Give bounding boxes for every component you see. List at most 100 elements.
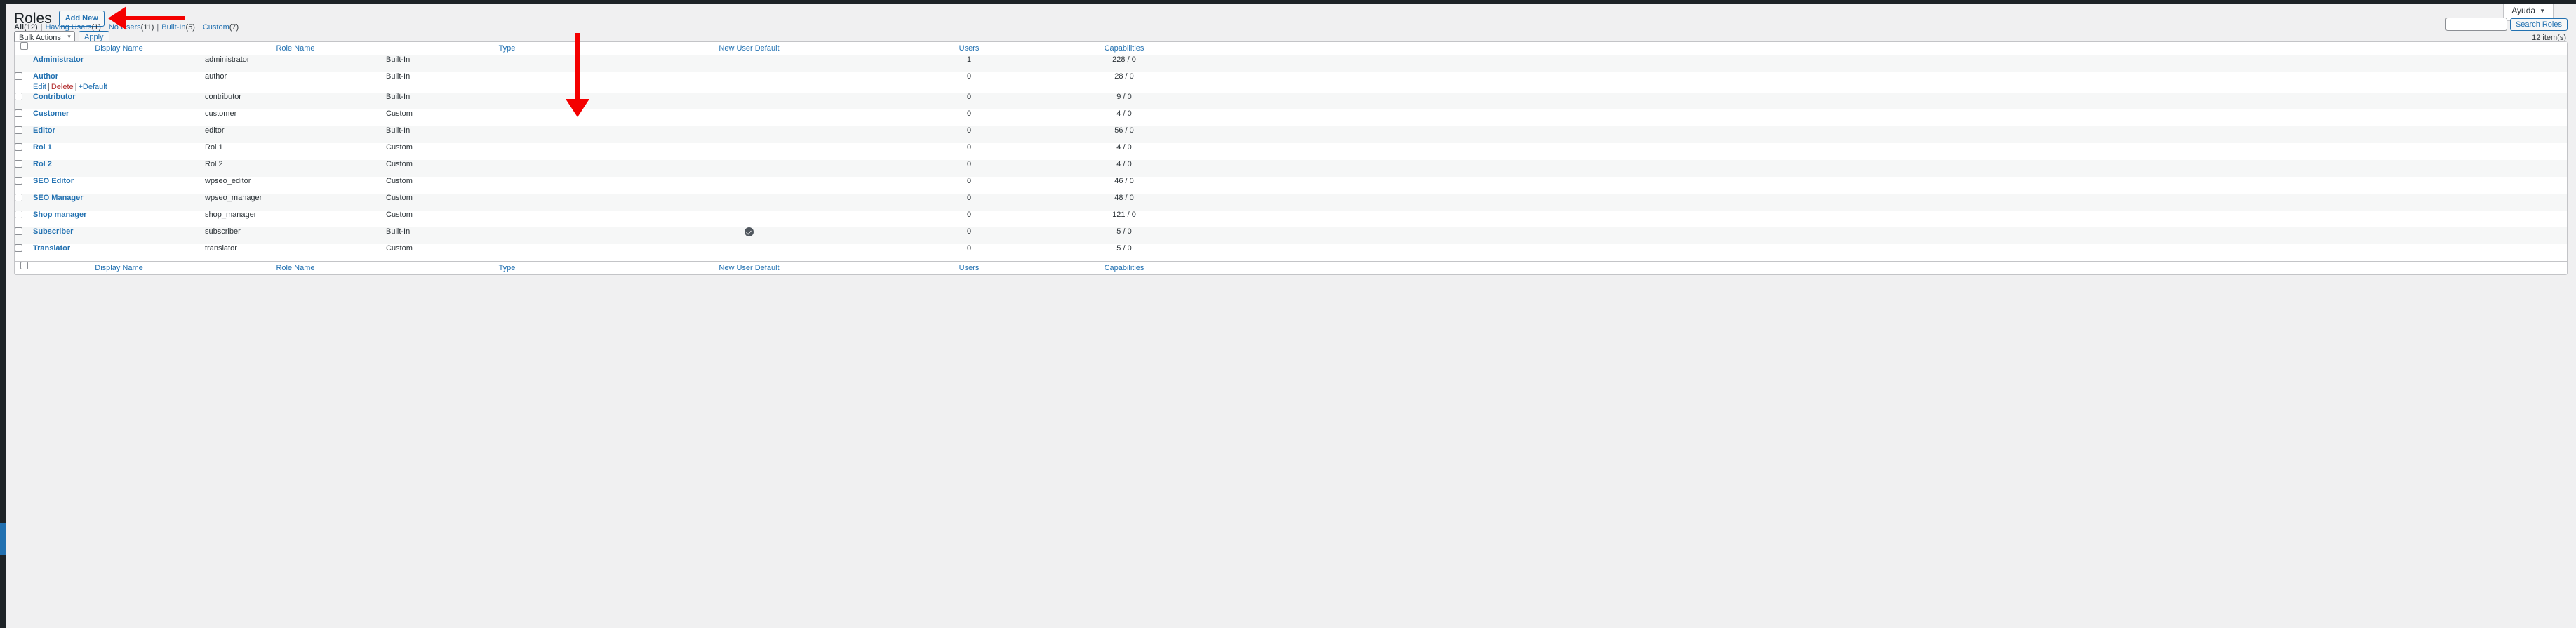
cell-display-name: SEO Manager [33,194,205,211]
role-link[interactable]: Editor [33,126,55,135]
column-header-spacer [1180,261,2567,275]
column-header-name: Display Name [33,261,205,275]
table-row: Author Edit | Delete | +Default author Built-In… [15,72,2567,93]
row-select-cell [15,160,33,178]
column-sort-link-users[interactable]: Users [959,44,980,53]
cell-role-name: Rol 2 [205,160,386,178]
cell-type: Custom [386,211,628,228]
cell-spacer [1180,55,2567,72]
table-row: Editor editor Built-In 0 56 / 0 [15,126,2567,144]
cell-capabilities: 121 / 0 [1068,211,1180,228]
search-input[interactable] [2445,18,2507,31]
role-link[interactable]: Customer [33,109,69,118]
cell-spacer [1180,244,2567,262]
row-select-checkbox[interactable] [15,194,22,202]
cell-display-name: Translator [33,244,205,262]
column-sort-link-role[interactable]: Role Name [276,264,314,272]
row-select-checkbox[interactable] [15,244,22,253]
table-row: Contributor contributor Built-In 0 9 / 0 [15,93,2567,110]
cell-new-user-default [628,160,870,178]
column-sort-link-role[interactable]: Role Name [276,44,314,53]
cell-type: Built-In [386,72,628,93]
row-select-cell [15,72,33,93]
cell-new-user-default [628,227,870,245]
column-sort-link-name[interactable]: Display Name [95,44,142,53]
cell-capabilities: 28 / 0 [1068,72,1180,93]
column-sort-link-newuser[interactable]: New User Default [719,44,779,53]
cell-new-user-default [628,72,870,93]
row-select-checkbox[interactable] [15,109,22,118]
column-sort-link-newuser[interactable]: New User Default [719,264,779,272]
role-link[interactable]: SEO Manager [33,194,84,202]
cell-display-name: SEO Editor [33,177,205,194]
filter-link-custom[interactable]: Custom [203,22,229,34]
table-footer-row: Display Name Role Name Type New User Defaul… [15,261,2567,275]
role-link[interactable]: SEO Editor [33,177,74,185]
filter-link-no-users[interactable]: No Users [109,22,141,34]
role-link[interactable]: Contributor [33,93,75,101]
row-action-edit[interactable]: Edit [33,83,46,91]
role-link[interactable]: Translator [33,244,70,253]
roles-table: Display Name Role Name Type New User Defaul… [14,41,2568,276]
row-select-checkbox[interactable] [15,211,22,219]
column-sort-link-caps[interactable]: Capabilities [1105,264,1144,272]
cell-new-user-default [628,55,870,72]
search-box: Search Roles [2445,18,2568,31]
row-select-checkbox[interactable] [15,72,22,80]
page-content: Ayuda ▼ Roles Add New All (12) | Having Us… [6,4,2576,628]
column-sort-link-name[interactable]: Display Name [95,264,142,272]
row-select-checkbox[interactable] [15,227,22,236]
role-link[interactable]: Subscriber [33,227,73,236]
column-sort-link-type[interactable]: Type [499,44,516,53]
cell-capabilities: 4 / 0 [1068,143,1180,161]
row-select-checkbox[interactable] [15,160,22,168]
cell-role-name: shop_manager [205,211,386,228]
cell-spacer [1180,109,2567,127]
cell-type: Built-In [386,126,628,144]
cell-new-user-default [628,177,870,194]
cell-capabilities: 4 / 0 [1068,160,1180,178]
cell-display-name: Rol 2 [33,160,205,178]
row-select-cell [15,126,33,144]
filter-count: (11) [140,23,154,32]
cell-users: 0 [870,143,1068,161]
select-all-cell [15,42,33,55]
cell-capabilities: 4 / 0 [1068,109,1180,127]
cell-type: Custom [386,194,628,211]
cell-users: 0 [870,194,1068,211]
column-sort-link-type[interactable]: Type [499,264,516,272]
cell-new-user-default [628,109,870,127]
column-sort-link-users[interactable]: Users [959,264,980,272]
cell-spacer [1180,72,2567,93]
cell-capabilities: 5 / 0 [1068,227,1180,245]
cell-spacer [1180,177,2567,194]
role-link[interactable]: Shop manager [33,211,86,219]
row-action-delete[interactable]: Delete [51,83,74,91]
row-select-cell [15,143,33,161]
cell-role-name: editor [205,126,386,144]
row-select-cell [15,109,33,127]
filter-link-built-in[interactable]: Built-In [161,22,185,34]
role-link[interactable]: Rol 1 [33,143,52,152]
cell-users: 0 [870,227,1068,245]
admin-sidebar-active-indicator[interactable] [0,523,6,555]
row-select-checkbox[interactable] [15,126,22,135]
cell-type: Built-In [386,93,628,110]
role-link[interactable]: Author [33,72,58,81]
cell-role-name: customer [205,109,386,127]
row-select-checkbox[interactable] [15,143,22,152]
select-all-checkbox-bottom[interactable] [20,262,28,270]
row-action-default[interactable]: +Default [78,83,107,91]
check-circle-icon [745,227,754,237]
select-all-checkbox-top[interactable] [20,42,28,50]
cell-display-name: Editor [33,126,205,144]
row-select-checkbox[interactable] [15,93,22,101]
column-sort-link-caps[interactable]: Capabilities [1105,44,1144,53]
search-roles-button[interactable]: Search Roles [2509,18,2568,31]
role-link[interactable]: Administrator [33,55,84,64]
column-header-caps: Capabilities [1068,261,1180,275]
row-select-checkbox[interactable] [15,177,22,185]
table-row: SEO Manager wpseo_manager Custom 0 48 / 0 [15,194,2567,211]
role-link[interactable]: Rol 2 [33,160,52,168]
cell-new-user-default [628,93,870,110]
